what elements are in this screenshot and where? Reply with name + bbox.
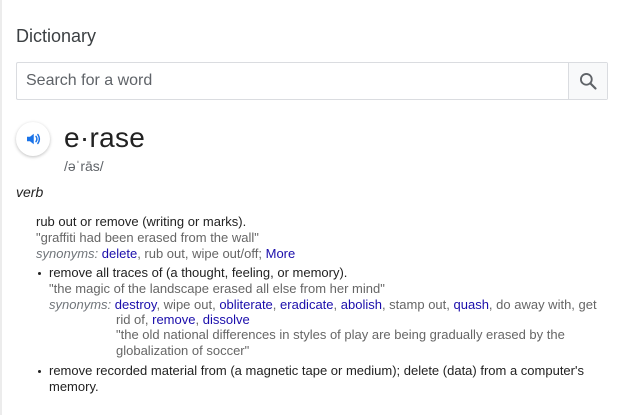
search-input[interactable] (17, 63, 586, 99)
dictionary-title: Dictionary (16, 26, 97, 46)
sense2-example2-line2: globalization of soccer" (116, 343, 250, 358)
synonym-link-abolish[interactable]: abolish (341, 297, 382, 312)
synonym-link-eradicate[interactable]: eradicate (280, 297, 333, 312)
more-synonyms-link[interactable]: More (266, 246, 296, 261)
headword: e·rase (64, 122, 146, 153)
search-icon (580, 73, 597, 90)
bullet (38, 272, 41, 275)
phonetic-spelling: /əˈrās/ (64, 158, 104, 174)
synonym-separator: , wipe out, (156, 297, 220, 312)
sense3-definition-line1: remove recorded material from (a magneti… (49, 363, 584, 378)
sense1-synonyms: synonyms: delete, rub out, wipe out/off;… (36, 246, 295, 262)
synonym-separator: , (195, 312, 203, 327)
synonym-separator: , (272, 297, 281, 312)
sense2-synonyms-line1: synonyms: destroy, wipe out, obliterate,… (49, 297, 597, 313)
bullet (38, 370, 41, 373)
sense3-definition-line2: memory. (49, 379, 99, 394)
part-of-speech: verb (16, 184, 44, 200)
sense1-example: "graffiti had been erased from the wall" (36, 230, 259, 245)
synonym-link-delete[interactable]: delete (102, 246, 137, 261)
synonyms-label: synonyms: (36, 246, 99, 261)
synonym-link-obliterate[interactable]: obliterate (219, 297, 272, 312)
sense2-example2-line1: "the old national differences in styles … (116, 327, 565, 342)
synonyms-text: , rub out, wipe out/off; (137, 246, 262, 261)
speaker-icon (27, 133, 41, 145)
synonym-link-destroy[interactable]: destroy (115, 297, 157, 312)
synonym-link-quash[interactable]: quash (454, 297, 489, 312)
search-button[interactable] (568, 63, 607, 99)
sense1-definition: rub out or remove (writing or marks). (36, 214, 247, 229)
sense2-example: "the magic of the landscape erased all e… (49, 281, 385, 296)
synonym-separator: , stamp out, (381, 297, 454, 312)
synonym-link-dissolve[interactable]: dissolve (203, 312, 250, 327)
pronunciation-button[interactable] (16, 122, 50, 156)
synonym-separator: rid of, (116, 312, 153, 327)
sense2-synonyms-line2: rid of, remove, dissolve (116, 312, 250, 328)
card-edge (0, 0, 2, 415)
synonym-link-remove[interactable]: remove (152, 312, 195, 327)
search-box[interactable] (16, 62, 608, 100)
synonym-separator: , (333, 297, 341, 312)
synonym-separator: , do away with, get (488, 297, 597, 312)
synonyms-label: synonyms: (49, 297, 112, 312)
sense2-definition: remove all traces of (a thought, feeling… (49, 265, 348, 280)
